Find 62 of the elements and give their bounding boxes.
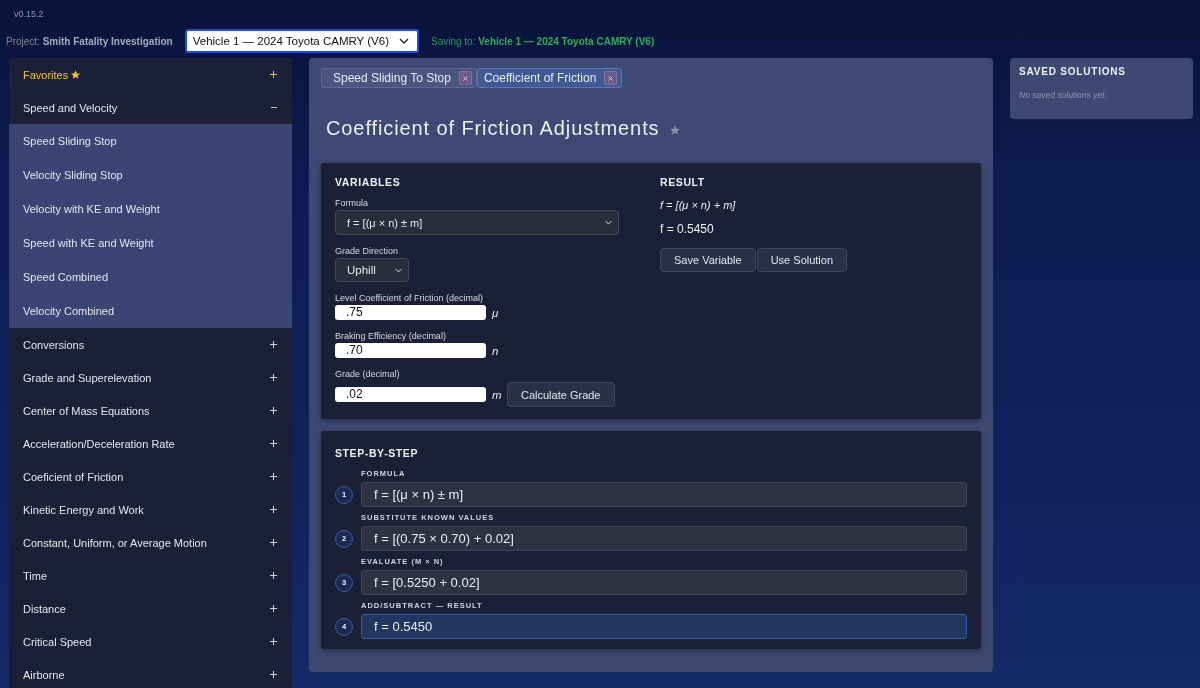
sidebar-item[interactable]: Velocity Sliding Stop: [9, 158, 292, 192]
sidebar-category[interactable]: Kinetic Energy and Work: [9, 493, 292, 526]
sidebar-category[interactable]: Conversions: [9, 328, 292, 361]
variable-symbol: m: [492, 388, 501, 401]
sidebar-category[interactable]: Time: [9, 559, 292, 592]
formula-select[interactable]: f = [(μ × n) ± m]: [335, 210, 619, 235]
sidebar-category[interactable]: Airborne: [9, 658, 292, 688]
result-value: f = 0.5450: [660, 222, 714, 236]
tab[interactable]: Speed Sliding To Stop: [321, 68, 477, 88]
tab[interactable]: Coefficient of Friction: [476, 68, 623, 88]
close-button[interactable]: [458, 71, 472, 85]
saving-status: Saving to: Vehicle 1 — 2024 Toyota CAMRY (V6): [430, 35, 655, 47]
field-label: Grade (decimal): [335, 368, 400, 380]
action-button[interactable]: Calculate Grade: [507, 382, 615, 407]
sidebar-category[interactable]: Critical Speed: [9, 625, 292, 658]
grade-direction-select[interactable]: Uphill: [335, 258, 409, 282]
empty-message: No saved solutions yet.: [1019, 90, 1107, 100]
chevron-icon: [398, 38, 409, 44]
vehicle-select[interactable]: Vehicle 1 — 2024 Toyota CAMRY (V6): [184, 29, 419, 53]
step-expression: f = 0.5450: [361, 614, 967, 639]
sidebar-item[interactable]: Velocity Combined: [9, 294, 292, 328]
field-label: Braking Efficiency (decimal): [335, 330, 446, 342]
sidebar-category[interactable]: Constant, Uniform, or Average Motion: [9, 526, 292, 559]
step-expression: f = [0.5250 + 0.02]: [361, 570, 967, 595]
sidebar-category[interactable]: Acceleration/Deceleration Rate: [9, 427, 292, 460]
field-label: Level Coefficient of Friction (decimal): [335, 292, 483, 304]
sidebar-item[interactable]: Velocity with KE and Weight: [9, 192, 292, 226]
step-expression: f = [(μ × n) ± m]: [361, 482, 967, 507]
chevron-icon: [605, 220, 612, 225]
result-formula: f = [(μ × n) + m]: [660, 198, 736, 212]
page-title: Coefficient of Friction Adjustments: [326, 116, 660, 141]
favorites-header[interactable]: Favorites: [9, 58, 292, 91]
variable-symbol: μ: [492, 306, 500, 319]
star-icon: [71, 70, 81, 79]
field-label: Formula: [335, 197, 368, 209]
sidebar-item[interactable]: Speed Combined: [9, 260, 292, 294]
close-button[interactable]: [604, 71, 618, 85]
sidebar-category[interactable]: Center of Mass Equations: [9, 394, 292, 427]
section-heading: SAVED SOLUTIONS: [1019, 66, 1126, 78]
input-field[interactable]: .02: [335, 387, 486, 402]
sidebar-category[interactable]: Speed and Velocity: [9, 91, 292, 124]
input-field[interactable]: .75: [335, 305, 486, 320]
action-button[interactable]: Use Solution: [756, 248, 848, 272]
section-heading: VARIABLES: [335, 175, 401, 189]
sidebar-item[interactable]: Speed Sliding Stop: [9, 124, 292, 158]
section-heading: STEP-BY-STEP: [335, 447, 419, 459]
field-label: Grade Direction: [335, 245, 399, 257]
close-icon: [462, 75, 468, 81]
action-button[interactable]: Save Variable: [660, 248, 756, 272]
project-label: Project: Smith Fatality Investigation: [6, 35, 173, 47]
sidebar-item[interactable]: Speed with KE and Weight: [9, 226, 292, 260]
variable-symbol: n: [492, 344, 500, 357]
star-icon[interactable]: [669, 124, 680, 135]
section-heading: RESULT: [660, 175, 705, 189]
input-field[interactable]: .70: [335, 343, 486, 358]
close-icon: [608, 75, 614, 81]
sidebar-category[interactable]: Distance: [9, 592, 292, 625]
sidebar-category[interactable]: Coeficient of Friction: [9, 460, 292, 493]
sidebar-category[interactable]: Grade and Superelevation: [9, 361, 292, 394]
version-label: v0.15.2: [14, 9, 44, 20]
step-expression: f = [(0.75 × 0.70) + 0.02]: [361, 526, 967, 551]
chevron-icon: [395, 267, 402, 273]
